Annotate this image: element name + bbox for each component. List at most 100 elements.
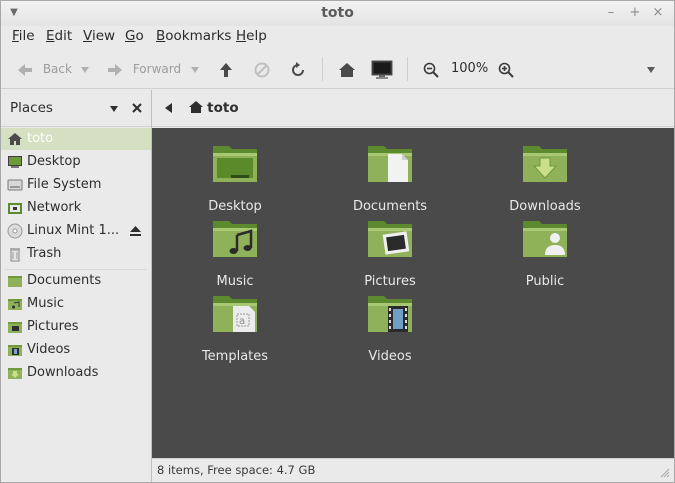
file-item-label: Desktop: [208, 199, 262, 214]
sidebar-item-pictures[interactable]: Pictures: [1, 316, 151, 338]
folder-documents-icon: [368, 146, 412, 182]
sidebar: toto Desktop File System Network Linux M…: [1, 128, 151, 482]
sidebar-item-label: Linux Mint 1...: [27, 223, 120, 238]
file-item-documents[interactable]: Documents: [335, 142, 445, 214]
sidebar-item-music[interactable]: Music: [1, 293, 151, 315]
toolbar-overflow-button[interactable]: [646, 59, 656, 79]
sidebar-type-dropdown-icon[interactable]: [109, 105, 119, 113]
file-item-label: Documents: [352, 199, 428, 214]
resize-grip-icon[interactable]: [660, 468, 670, 478]
forward-history-dropdown[interactable]: [190, 59, 200, 79]
sidebar-item-label: toto: [27, 131, 54, 146]
file-item-label: Pictures: [364, 274, 416, 289]
up-arrow-icon: [220, 62, 232, 77]
svg-text:a: a: [239, 316, 245, 327]
sidebar-item-trash[interactable]: Trash: [1, 243, 151, 265]
sidebar-item-label: File System: [27, 177, 102, 192]
up-button[interactable]: [219, 59, 233, 79]
sidebar-item-desktop[interactable]: Desktop: [1, 151, 151, 173]
folder-downloads-icon: [523, 146, 567, 182]
file-item-label: Public: [525, 274, 565, 289]
close-icon[interactable]: ×: [650, 5, 666, 21]
window-title: toto: [321, 5, 354, 21]
title-bar: ▼ toto – + ×: [1, 1, 674, 26]
back-button[interactable]: Back: [17, 59, 72, 79]
zoom-in-button[interactable]: [498, 59, 514, 79]
reload-button[interactable]: [290, 59, 306, 79]
trash-icon: [10, 248, 20, 262]
sidebar-item-cdrom[interactable]: Linux Mint 1...: [1, 220, 151, 242]
sidebar-item-downloads[interactable]: Downloads: [1, 362, 151, 384]
folder-public-icon: [523, 221, 567, 257]
file-item-label: Templates: [201, 349, 269, 364]
back-label: Back: [42, 62, 72, 76]
file-item-desktop[interactable]: Desktop: [180, 142, 290, 214]
computer-button[interactable]: [371, 59, 393, 79]
folder-templates-icon: a: [213, 296, 257, 332]
sidebar-item-videos[interactable]: Videos: [1, 339, 151, 361]
back-arrow-icon: [18, 63, 32, 76]
zoom-out-icon: [423, 62, 439, 78]
menu-help[interactable]: Help: [236, 28, 267, 44]
sidebar-item-label: Downloads: [27, 365, 99, 380]
chevron-down-icon: [191, 66, 199, 73]
minimize-icon[interactable]: –: [603, 5, 619, 21]
status-bar: 8 items, Free space: 4.7 GB: [152, 458, 674, 482]
sidebar-item-label: Music: [27, 296, 64, 311]
menu-go[interactable]: Go: [125, 28, 144, 44]
file-item-public[interactable]: Public: [490, 217, 600, 289]
toolbar-separator: [322, 57, 323, 81]
folder-desktop-icon: [213, 146, 257, 182]
file-item-label: Videos: [368, 349, 412, 364]
sidebar-header: Places: [1, 90, 151, 127]
zoom-out-button[interactable]: [423, 59, 439, 79]
menu-edit[interactable]: Edit: [46, 28, 72, 44]
chevron-down-icon: [81, 66, 89, 73]
zoom-in-icon: [498, 62, 514, 78]
home-icon: [339, 62, 355, 77]
sidebar-item-home[interactable]: toto: [1, 128, 151, 150]
folder-pictures-icon: [368, 221, 412, 257]
sidebar-item-network[interactable]: Network: [1, 197, 151, 219]
eject-icon[interactable]: [130, 226, 141, 236]
network-icon: [8, 203, 22, 214]
sidebar-item-documents[interactable]: Documents: [1, 270, 151, 292]
menu-file[interactable]: File: [12, 28, 35, 44]
harddisk-icon: [7, 179, 23, 191]
menu-bookmarks[interactable]: Bookmarks: [156, 28, 231, 44]
home-icon: [189, 101, 203, 113]
zoom-level[interactable]: 100%: [451, 59, 488, 79]
toolbar-separator: [407, 57, 408, 81]
path-button-home[interactable]: toto: [189, 98, 239, 118]
sidebar-title[interactable]: Places: [10, 100, 53, 116]
file-item-pictures[interactable]: Pictures: [335, 217, 445, 289]
folder-music-icon: [213, 221, 257, 257]
file-item-templates[interactable]: a Templates: [180, 292, 290, 364]
status-text: 8 items, Free space: 4.7 GB: [157, 463, 316, 477]
sidebar-close-icon[interactable]: [132, 103, 142, 113]
back-history-dropdown[interactable]: [80, 59, 90, 79]
sidebar-item-label: Videos: [27, 342, 71, 357]
menu-bar: File Edit View Go Bookmarks Help: [1, 26, 674, 48]
cdrom-icon: [7, 223, 23, 239]
home-button[interactable]: [338, 59, 356, 79]
file-item-videos[interactable]: Videos: [335, 292, 445, 364]
folder-icon: [8, 276, 22, 287]
icon-view[interactable]: Desktop Documents Downloads Music Pictur…: [152, 128, 674, 458]
maximize-icon[interactable]: +: [627, 5, 643, 21]
forward-label: Forward: [132, 62, 182, 76]
file-item-downloads[interactable]: Downloads: [490, 142, 600, 214]
home-icon: [8, 133, 22, 145]
menu-view[interactable]: View: [83, 28, 115, 44]
forward-button[interactable]: Forward: [107, 59, 181, 79]
sidebar-item-filesystem[interactable]: File System: [1, 174, 151, 196]
file-item-music[interactable]: Music: [180, 217, 290, 289]
folder-downloads-icon: [8, 368, 22, 379]
sidebar-item-label: Trash: [27, 246, 62, 261]
stop-button[interactable]: [254, 59, 270, 79]
file-item-label: Downloads: [509, 199, 581, 214]
toolbar: Back Forward 100%: [1, 49, 674, 89]
sidebar-item-label: Documents: [27, 273, 102, 288]
sidebar-item-label: Pictures: [27, 319, 79, 334]
path-back-icon[interactable]: [165, 103, 173, 113]
